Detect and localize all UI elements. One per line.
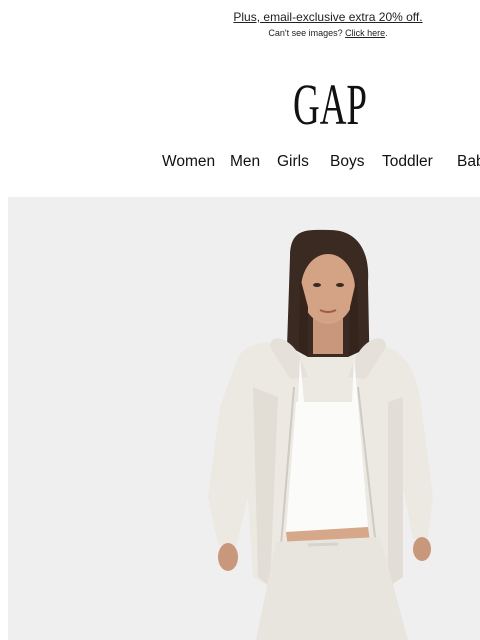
nav-women[interactable]: Women	[162, 152, 215, 172]
hero-model-illustration	[8, 197, 480, 640]
email-page: Plus, email-exclusive extra 20% off. Can…	[0, 0, 480, 640]
period: .	[385, 28, 388, 38]
preheader: Plus, email-exclusive extra 20% off. Can…	[175, 9, 480, 39]
view-online-text: Can't see images? Click here.	[175, 27, 480, 39]
promo-link[interactable]: Plus, email-exclusive extra 20% off.	[175, 9, 480, 25]
nav-girls[interactable]: Girls	[277, 152, 309, 172]
nav-men[interactable]: Men	[230, 152, 260, 172]
nav-baby[interactable]: Bab	[457, 152, 480, 172]
cant-see-images-label: Can't see images?	[268, 28, 343, 38]
category-nav: Women Men Girls Boys Toddler Bab	[0, 152, 480, 174]
hero-image[interactable]	[8, 197, 480, 640]
nav-boys[interactable]: Boys	[330, 152, 364, 172]
nav-toddler[interactable]: Toddler	[382, 152, 433, 172]
click-here-link[interactable]: Click here	[345, 28, 385, 38]
gap-logo[interactable]: GAP	[290, 68, 370, 128]
gap-logo-text: GAP	[293, 72, 367, 128]
